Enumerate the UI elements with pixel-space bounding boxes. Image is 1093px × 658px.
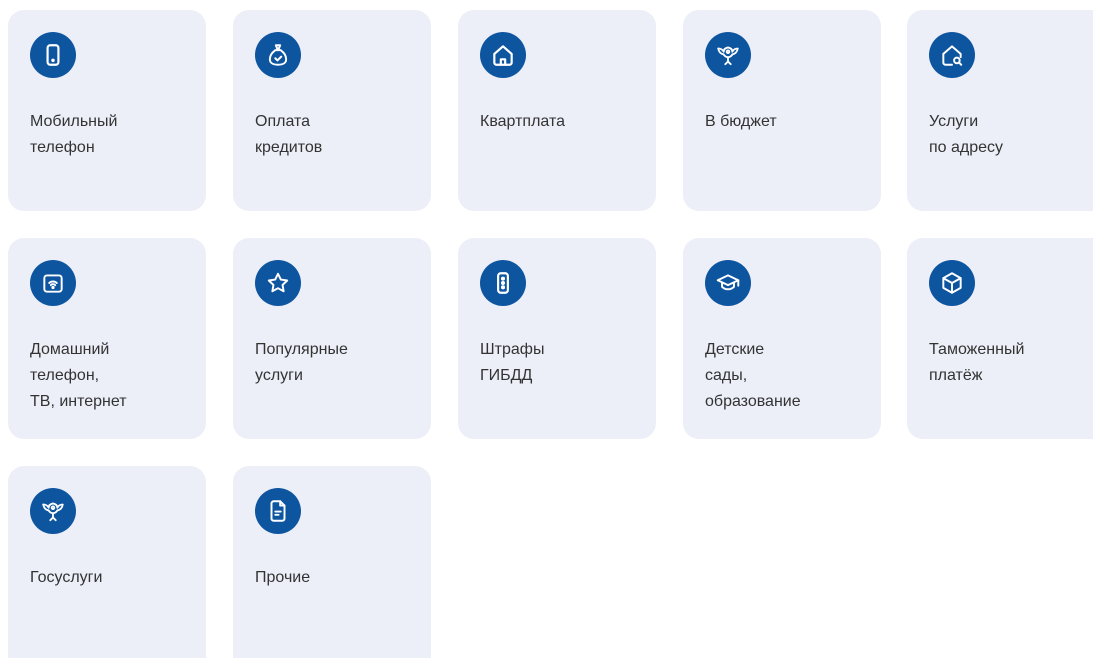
tile-label: Квартплата — [480, 113, 566, 130]
tile-customs-payment[interactable]: Таможенный платёж — [907, 238, 1093, 439]
tile-label: Домашний телефон, ТВ, интернет — [30, 341, 127, 410]
star-icon — [255, 260, 301, 306]
router-wifi-icon — [30, 260, 76, 306]
graduation-cap-icon — [705, 260, 751, 306]
tile-label: Прочие — [255, 569, 311, 586]
tile-kindergarten-education[interactable]: Детские сады, образование — [683, 238, 881, 439]
phone-icon — [30, 32, 76, 78]
tile-other[interactable]: Прочие — [233, 466, 431, 658]
house-icon — [480, 32, 526, 78]
tile-label: Таможенный платёж — [929, 341, 1025, 384]
box-icon — [929, 260, 975, 306]
tile-label: Популярные услуги — [255, 341, 348, 384]
tile-budget[interactable]: В бюджет — [683, 10, 881, 211]
emblem-icon — [705, 32, 751, 78]
tile-label: В бюджет — [705, 113, 777, 130]
emblem-icon — [30, 488, 76, 534]
money-bag-icon — [255, 32, 301, 78]
tile-mobile-phone[interactable]: Мобильный телефон — [8, 10, 206, 211]
house-search-icon — [929, 32, 975, 78]
tile-loan-payment[interactable]: Оплата кредитов — [233, 10, 431, 211]
tile-label: Госуслуги — [30, 569, 103, 586]
tile-rent[interactable]: Квартплата — [458, 10, 656, 211]
tile-label: Услуги по адресу — [929, 113, 1004, 156]
tile-label: Штрафы ГИБДД — [480, 341, 545, 384]
tile-label: Детские сады, образование — [705, 341, 801, 410]
tile-gosuslugi[interactable]: Госуслуги — [8, 466, 206, 658]
document-icon — [255, 488, 301, 534]
traffic-light-icon — [480, 260, 526, 306]
tile-label: Мобильный телефон — [30, 113, 118, 156]
tile-popular-services[interactable]: Популярные услуги — [233, 238, 431, 439]
tile-traffic-fines[interactable]: Штрафы ГИБДД — [458, 238, 656, 439]
tile-label: Оплата кредитов — [255, 113, 323, 156]
payment-categories-grid: Мобильный телефон Оплата кредитов Квартп — [0, 0, 1093, 658]
tile-home-phone-tv-internet[interactable]: Домашний телефон, ТВ, интернет — [8, 238, 206, 439]
tile-address-services[interactable]: Услуги по адресу — [907, 10, 1093, 211]
